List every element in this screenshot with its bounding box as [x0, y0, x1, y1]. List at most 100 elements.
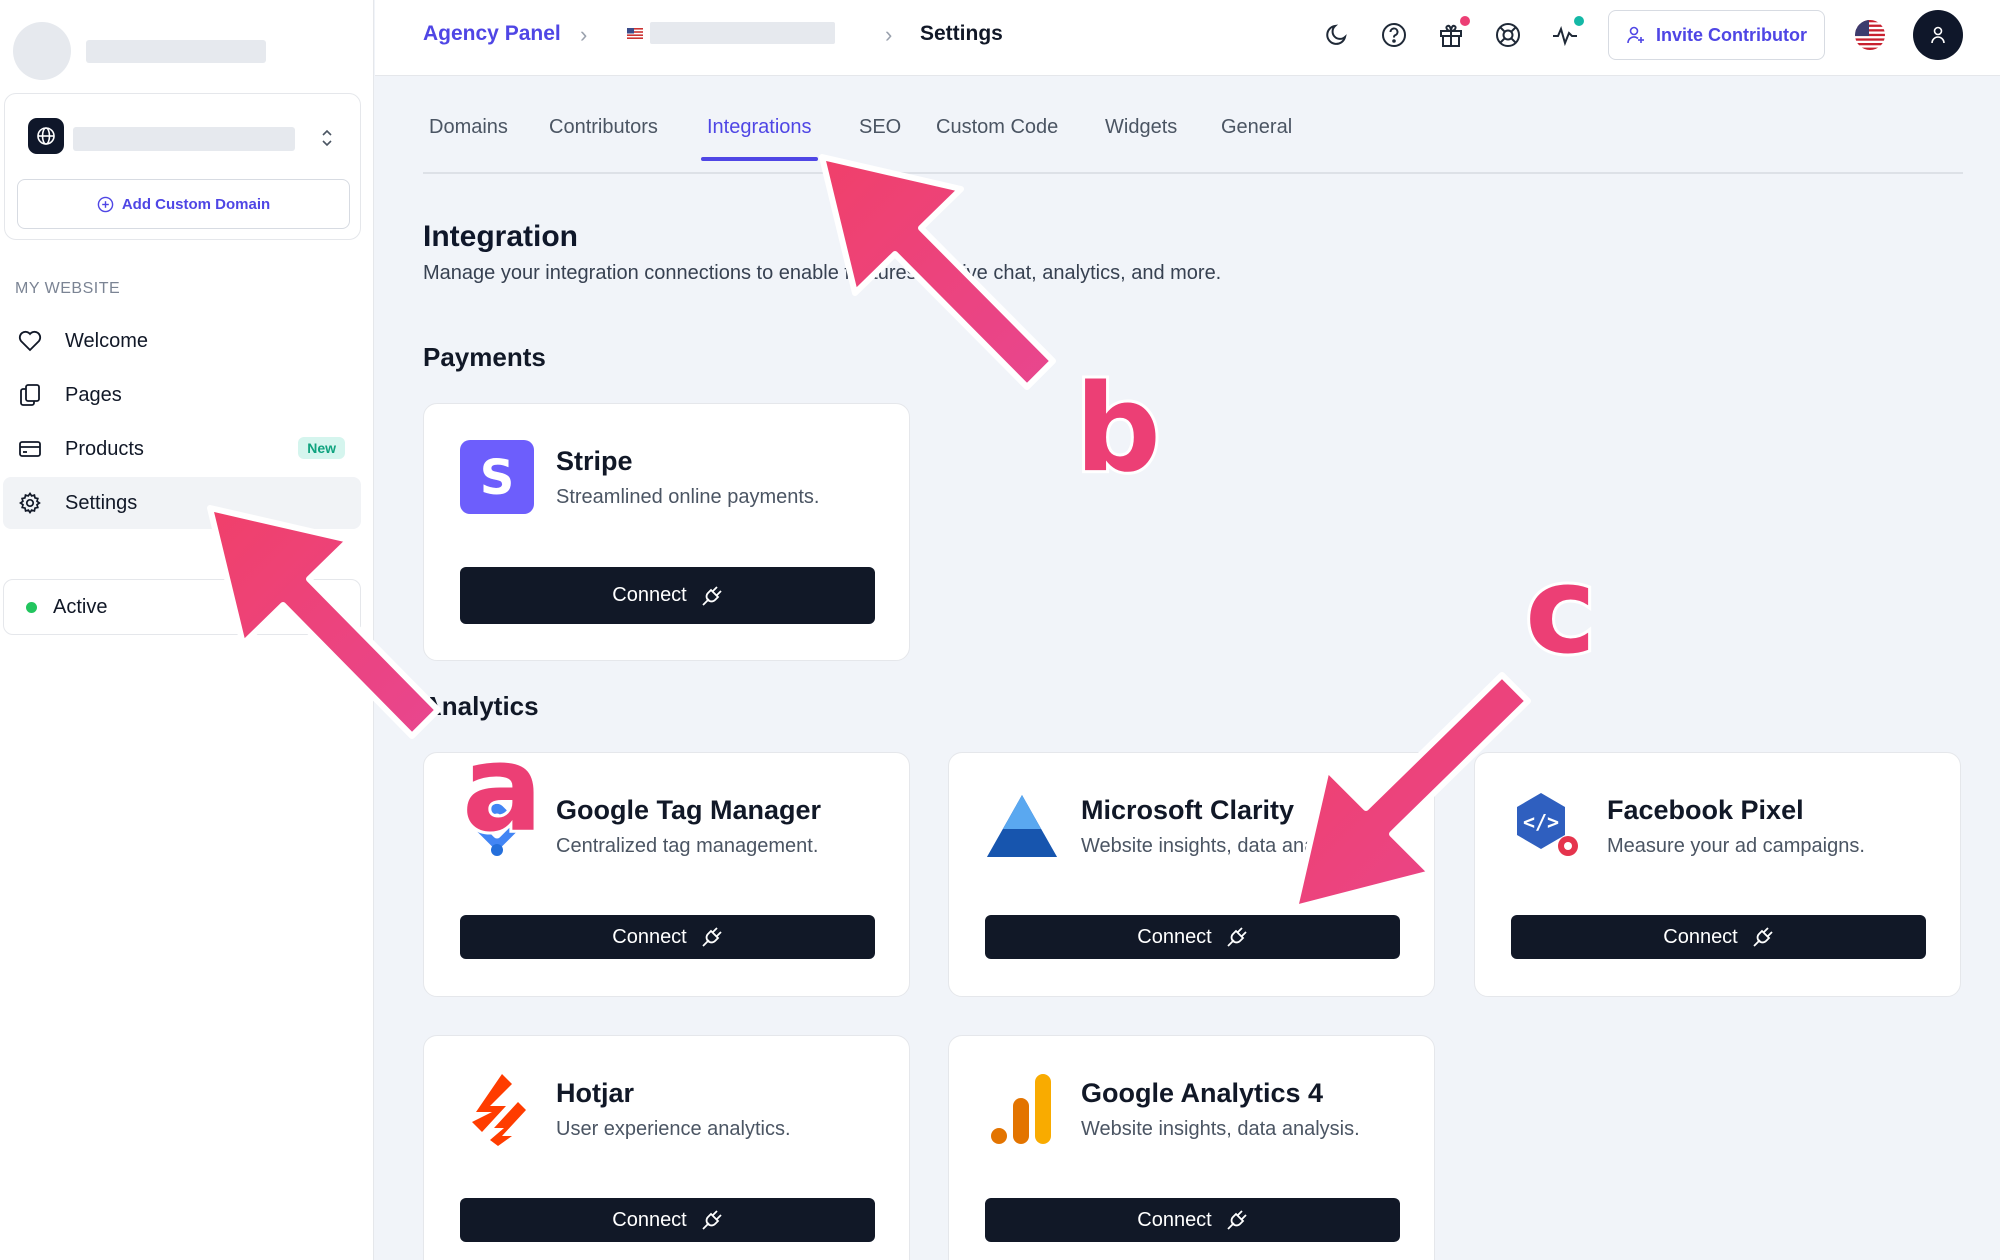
hotjar-logo-icon: [460, 1072, 534, 1146]
sidebar-item-label: Settings: [65, 491, 138, 514]
sidebar: Add Custom Domain MY WEBSITE Welcome Pag…: [0, 0, 374, 1260]
plug-icon: [702, 927, 722, 947]
annotation-label-a: a: [459, 720, 546, 859]
integration-name: Google Tag Manager: [556, 795, 822, 825]
notification-dot: [1460, 16, 1470, 26]
section-title-analytics: Analytics: [423, 691, 539, 721]
connect-label: Connect: [1137, 1208, 1212, 1231]
breadcrumb-agency-panel[interactable]: Agency Panel: [423, 22, 561, 46]
integration-description: Streamlined online payments.: [556, 486, 820, 508]
connect-google-tag-manager-button[interactable]: Connect: [460, 915, 875, 959]
svg-text:S: S: [480, 450, 515, 506]
microsoft-clarity-logo-icon: [985, 789, 1059, 863]
annotation-label-b: b: [1072, 360, 1164, 499]
add-custom-domain-label: Add Custom Domain: [121, 195, 271, 213]
tab-integrations[interactable]: Integrations: [701, 116, 818, 161]
connect-microsoft-clarity-button[interactable]: Connect: [985, 915, 1400, 959]
integration-description: User experience analytics.: [556, 1118, 791, 1140]
heart-icon: [17, 328, 43, 354]
notification-dot: [1574, 16, 1584, 26]
invite-contributor-button[interactable]: Invite Contributor: [1608, 10, 1825, 60]
tab-general[interactable]: General: [1221, 116, 1292, 159]
sidebar-item-products[interactable]: Products New: [3, 423, 361, 475]
chevron-up-down-icon[interactable]: [317, 124, 337, 152]
integration-card-hotjar: Hotjar User experience analytics. Connec…: [423, 1035, 910, 1260]
sidebar-section-label: MY WEBSITE: [15, 280, 121, 297]
tab-custom-code[interactable]: Custom Code: [936, 116, 1058, 159]
connect-google-analytics-4-button[interactable]: Connect: [985, 1198, 1400, 1242]
status-label: Active: [53, 595, 108, 618]
integration-name: Stripe: [556, 446, 633, 476]
section-title-payments: Payments: [423, 342, 546, 372]
connect-hotjar-button[interactable]: Connect: [460, 1198, 875, 1242]
support-icon[interactable]: [1491, 18, 1525, 52]
site-selector-card: Add Custom Domain: [4, 93, 361, 240]
integration-card-google-analytics-4: Google Analytics 4 Website insights, dat…: [948, 1035, 1435, 1260]
plug-icon: [1753, 927, 1773, 947]
add-user-icon: [1627, 26, 1644, 44]
sidebar-item-label: Products: [65, 437, 144, 460]
plug-icon: [702, 1210, 722, 1230]
moon-icon[interactable]: [1320, 18, 1354, 52]
sidebar-item-pages[interactable]: Pages: [3, 369, 361, 421]
connect-label: Connect: [612, 584, 687, 606]
us-flag-icon: [627, 28, 643, 39]
status-dot: [26, 601, 37, 613]
connect-facebook-pixel-button[interactable]: Connect: [1511, 915, 1926, 959]
site-name-placeholder[interactable]: [73, 127, 295, 151]
integration-name: Hotjar: [556, 1078, 635, 1108]
plus-circle-icon: [97, 196, 114, 212]
sidebar-item-settings[interactable]: Settings: [3, 477, 361, 529]
add-custom-domain-button[interactable]: Add Custom Domain: [17, 179, 350, 229]
integration-card-facebook-pixel: </> Facebook Pixel Measure your ad campa…: [1474, 752, 1961, 997]
site-status[interactable]: Active: [3, 579, 361, 635]
integration-card-microsoft-clarity: Microsoft Clarity Website insights, data…: [948, 752, 1435, 997]
plug-icon: [702, 585, 722, 606]
page-description: Manage your integration connections to e…: [423, 262, 1222, 284]
language-flag-icon[interactable]: [1855, 20, 1885, 50]
integration-name: Microsoft Clarity: [1081, 795, 1295, 825]
sidebar-item-label: Pages: [65, 383, 122, 406]
workspace-avatar[interactable]: [13, 22, 71, 80]
connect-label: Connect: [1137, 925, 1212, 948]
new-badge: New: [298, 437, 345, 459]
breadcrumb-current: Settings: [920, 22, 1003, 45]
settings-tabs: Domains Contributors Integrations SEO Cu…: [423, 100, 1963, 174]
user-icon: [1931, 26, 1945, 44]
gear-icon: [17, 490, 43, 516]
help-icon[interactable]: [1377, 18, 1411, 52]
integration-description: Website insights, data analysis.: [1081, 1118, 1360, 1140]
breadcrumb-chevron-icon: ›: [885, 22, 893, 47]
sidebar-item-welcome[interactable]: Welcome: [3, 315, 361, 367]
tab-contributors[interactable]: Contributors: [549, 116, 658, 159]
stripe-logo-icon: S: [460, 440, 534, 514]
connect-label: Connect: [612, 1208, 687, 1231]
top-bar: Agency Panel › › Settings Invite Contrib…: [375, 0, 2000, 76]
connect-label: Connect: [1663, 925, 1738, 948]
google-analytics-logo-icon: [985, 1072, 1059, 1146]
user-avatar[interactable]: [1913, 10, 1963, 60]
plug-icon: [1227, 927, 1247, 947]
globe-icon: [28, 118, 64, 154]
connect-label: Connect: [612, 925, 687, 948]
card-icon: [17, 436, 43, 462]
breadcrumb-site-placeholder[interactable]: [650, 22, 835, 44]
integration-description: Website insights, data analysis.: [1081, 835, 1311, 857]
annotation-label-c: c: [1522, 542, 1599, 681]
connect-stripe-button[interactable]: Connect: [460, 567, 875, 624]
integration-description: Measure your ad campaigns.: [1607, 835, 1865, 857]
integration-description: Centralized tag management.: [556, 835, 819, 857]
tab-domains[interactable]: Domains: [429, 116, 508, 159]
integration-name: Google Analytics 4: [1081, 1078, 1324, 1108]
tab-seo[interactable]: SEO: [859, 116, 901, 159]
pages-icon: [17, 382, 43, 408]
tab-widgets[interactable]: Widgets: [1105, 116, 1177, 159]
activity-icon[interactable]: [1548, 16, 1584, 52]
facebook-pixel-logo-icon: </>: [1511, 789, 1585, 863]
sidebar-item-label: Welcome: [65, 329, 148, 352]
page-title: Integration: [423, 220, 578, 253]
svg-text:</>: </>: [1523, 810, 1559, 834]
invite-contributor-label: Invite Contributor: [1656, 24, 1807, 45]
integration-card-stripe: S Stripe Streamlined online payments. Co…: [423, 403, 910, 661]
gift-icon[interactable]: [1434, 16, 1470, 52]
